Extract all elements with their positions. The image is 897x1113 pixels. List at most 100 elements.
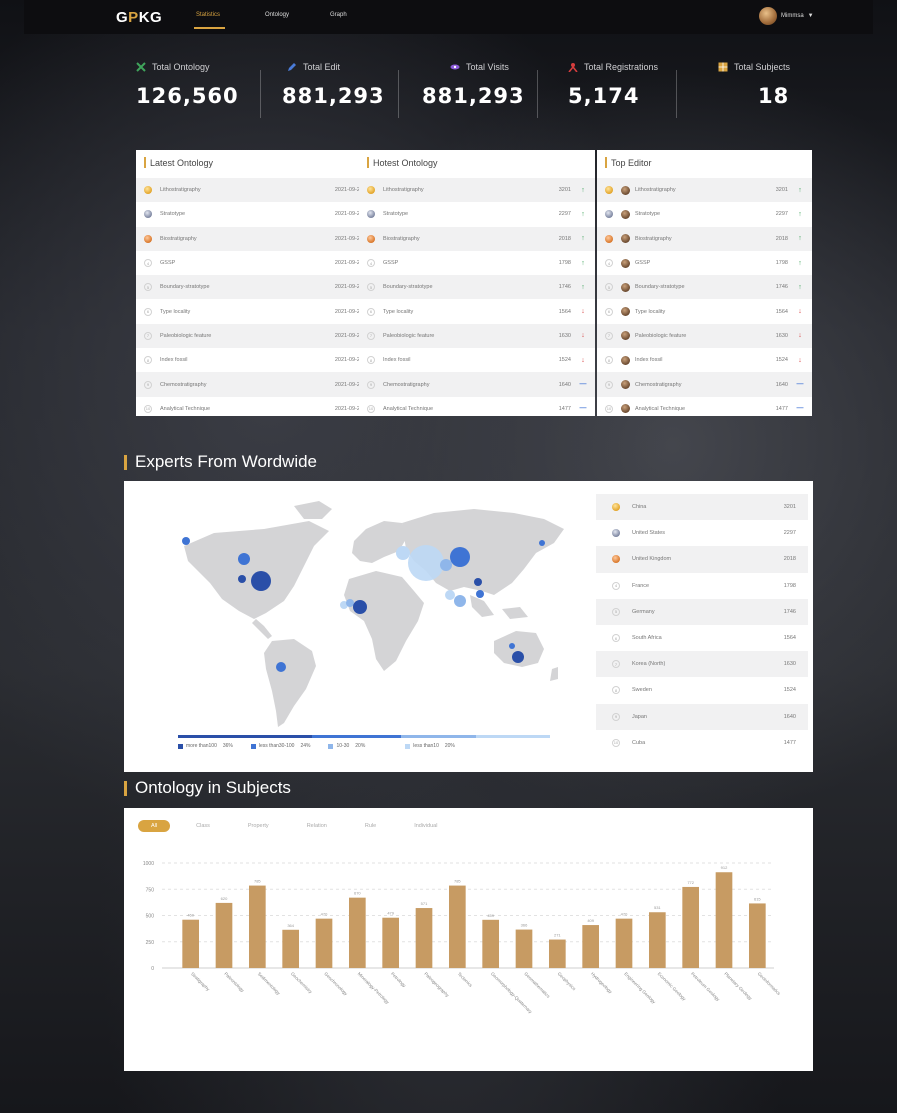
list-item[interactable]: Lithostratigraphy 3201 ↑ xyxy=(597,178,812,203)
tab-rule[interactable]: Rule xyxy=(353,820,388,832)
country-row[interactable]: 5 Germany 1746 xyxy=(596,598,808,625)
bar[interactable] xyxy=(449,885,466,968)
bubble[interactable] xyxy=(512,651,524,663)
user-menu[interactable]: Mimmsa ▼ xyxy=(759,7,814,25)
rank-medal-icon xyxy=(612,555,620,564)
legend-item[interactable]: 10-30 20% xyxy=(328,743,365,749)
tab-all[interactable]: All xyxy=(138,820,171,832)
arrow-down-icon: ↓ xyxy=(798,356,802,364)
southeast-asia xyxy=(470,595,494,617)
country-row[interactable]: United States 2297 xyxy=(596,520,808,546)
world-map[interactable] xyxy=(144,491,604,741)
logo[interactable]: GPKG xyxy=(116,9,162,26)
bubble[interactable] xyxy=(396,546,410,560)
list-item[interactable]: 8 Index fossil 2021-09-21 xyxy=(136,348,371,372)
nav-tab-ontology[interactable]: Ontology xyxy=(265,12,289,18)
bar[interactable] xyxy=(515,929,533,968)
list-item[interactable]: 5 Boundary-stratotype 1746 ↑ xyxy=(597,275,812,300)
bubble[interactable] xyxy=(539,540,545,546)
bubble[interactable] xyxy=(238,575,246,583)
bar[interactable] xyxy=(682,886,699,968)
country-row[interactable]: China 3201 xyxy=(596,494,808,521)
tab-individual[interactable]: Individual xyxy=(402,820,449,832)
bubble[interactable] xyxy=(474,578,482,586)
item-count: 1564 xyxy=(558,308,571,315)
country-row[interactable]: 4 France 1798 xyxy=(596,573,808,599)
bubble[interactable] xyxy=(454,595,466,607)
bubble[interactable] xyxy=(440,559,452,571)
list-item[interactable]: Biostratigraphy 2021-09-21 xyxy=(136,226,371,251)
bar[interactable] xyxy=(482,919,499,968)
country-row[interactable]: 7 Korea (North) 1630 xyxy=(596,651,808,678)
list-item[interactable]: Lithostratigraphy 2021-09-21 xyxy=(136,178,371,203)
list-item[interactable]: 7 Paleobiologic feature 1630 ↓ xyxy=(597,323,812,349)
list-item[interactable]: 4 GSSP 1798 ↑ xyxy=(359,251,595,275)
bar[interactable] xyxy=(215,902,233,968)
list-item[interactable]: 9 Chemostratigraphy 1640 — xyxy=(359,372,595,397)
arrow-up-icon: ↑ xyxy=(581,186,585,194)
bar[interactable] xyxy=(415,908,433,968)
bubble[interactable] xyxy=(276,662,286,672)
bar[interactable] xyxy=(615,918,633,968)
list-item[interactable]: 5 Boundary-stratotype 1746 ↑ xyxy=(359,275,595,300)
bar[interactable] xyxy=(249,885,266,968)
legend-item[interactable]: more than100 36% xyxy=(178,743,233,749)
nav-tab-graph[interactable]: Graph xyxy=(330,12,347,18)
country-row[interactable]: 6 South Africa 1564 xyxy=(596,625,808,651)
list-item[interactable]: 4 GSSP 1798 ↑ xyxy=(597,251,812,275)
list-item[interactable]: Stratotype 2021-09-21 xyxy=(136,202,371,226)
legend-item[interactable]: less than10 20% xyxy=(405,743,455,749)
bubble[interactable] xyxy=(408,545,444,581)
list-item[interactable]: 10 Analytical Technique 2021-09-21 xyxy=(136,397,371,421)
list-item[interactable]: 8 Index fossil 1524 ↓ xyxy=(597,348,812,372)
list-item[interactable]: Biostratigraphy 2018 ↑ xyxy=(597,226,812,251)
bar[interactable] xyxy=(349,897,366,968)
tab-class[interactable]: Class xyxy=(184,820,222,832)
bar[interactable] xyxy=(582,925,599,968)
country-row[interactable]: 10 Cuba 1477 xyxy=(596,730,808,756)
list-item[interactable]: 8 Index fossil 1524 ↓ xyxy=(359,348,595,372)
list-item[interactable]: 9 Chemostratigraphy 1640 — xyxy=(597,372,812,397)
country-row[interactable]: 8 Sweden 1524 xyxy=(596,677,808,703)
list-item[interactable]: 5 Boundary-stratotype 2021-09-21 xyxy=(136,275,371,300)
list-item[interactable]: 7 Paleobiologic feature 1630 ↓ xyxy=(359,323,595,349)
legend-item[interactable]: less than30-100 24% xyxy=(250,743,310,749)
list-item[interactable]: Stratotype 2297 ↑ xyxy=(359,202,595,226)
item-name: Chemostratigraphy xyxy=(383,381,430,388)
list-item[interactable]: 6 Type locality 1564 ↓ xyxy=(359,299,595,323)
list-item[interactable]: 10 Analytical Technique 1477 — xyxy=(597,397,812,421)
country-row[interactable]: 9 Japan 1640 xyxy=(596,703,808,730)
bubble[interactable] xyxy=(450,547,470,567)
list-item[interactable]: Biostratigraphy 2018 ↑ xyxy=(359,226,595,251)
bubble[interactable] xyxy=(251,571,271,591)
list-item[interactable]: Stratotype 2297 ↑ xyxy=(597,202,812,226)
bubble[interactable] xyxy=(238,553,250,565)
bubble[interactable] xyxy=(476,590,484,598)
list-item[interactable]: 6 Type locality 2021-09-21 xyxy=(136,299,371,323)
bubble[interactable] xyxy=(353,600,367,614)
bar[interactable] xyxy=(182,919,199,968)
bar[interactable] xyxy=(749,903,766,968)
bar[interactable] xyxy=(649,912,666,968)
list-item[interactable]: 9 Chemostratigraphy 2021-09-21 xyxy=(136,372,371,397)
nav-tab-statistics[interactable]: Statistics xyxy=(196,12,220,18)
list-item[interactable]: 4 GSSP 2021-09-21 xyxy=(136,251,371,275)
bar[interactable] xyxy=(715,872,733,968)
tab-property[interactable]: Property xyxy=(236,820,281,832)
bar[interactable] xyxy=(282,929,299,968)
list-item[interactable]: 6 Type locality 1564 ↓ xyxy=(597,299,812,323)
bubble[interactable] xyxy=(509,643,515,649)
bubble[interactable] xyxy=(346,599,354,607)
bar[interactable] xyxy=(382,917,399,968)
list-item[interactable]: 7 Paleobiologic feature 2021-09-21 xyxy=(136,323,371,349)
list-item[interactable]: Lithostratigraphy 3201 ↑ xyxy=(359,178,595,203)
arrow-down-icon: ↓ xyxy=(581,356,585,364)
tab-relation[interactable]: Relation xyxy=(295,820,339,832)
bar[interactable] xyxy=(315,918,333,968)
country-row[interactable]: United Kingdom 2018 xyxy=(596,546,808,573)
rank-medal-icon: 5 xyxy=(605,283,613,292)
list-item[interactable]: 10 Analytical Technique 1477 — xyxy=(359,397,595,421)
bubble[interactable] xyxy=(445,590,455,600)
bar[interactable] xyxy=(549,939,566,968)
bubble[interactable] xyxy=(182,537,190,545)
